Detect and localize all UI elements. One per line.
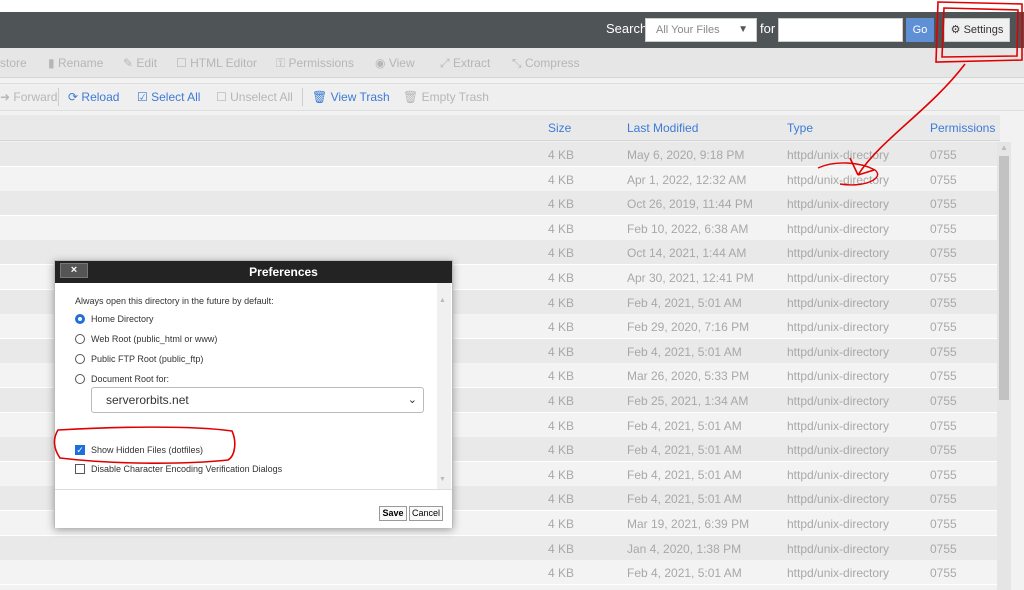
red-annotation-overlay: [53, 1, 1023, 464]
type-scribble-annotation: [817, 162, 879, 186]
checkbox-highlight-annotation: [53, 426, 236, 464]
arrow-annotation: [857, 63, 966, 176]
settings-highlight-annotation: [935, 1, 1023, 63]
arrowhead-annotation: [849, 157, 875, 176]
